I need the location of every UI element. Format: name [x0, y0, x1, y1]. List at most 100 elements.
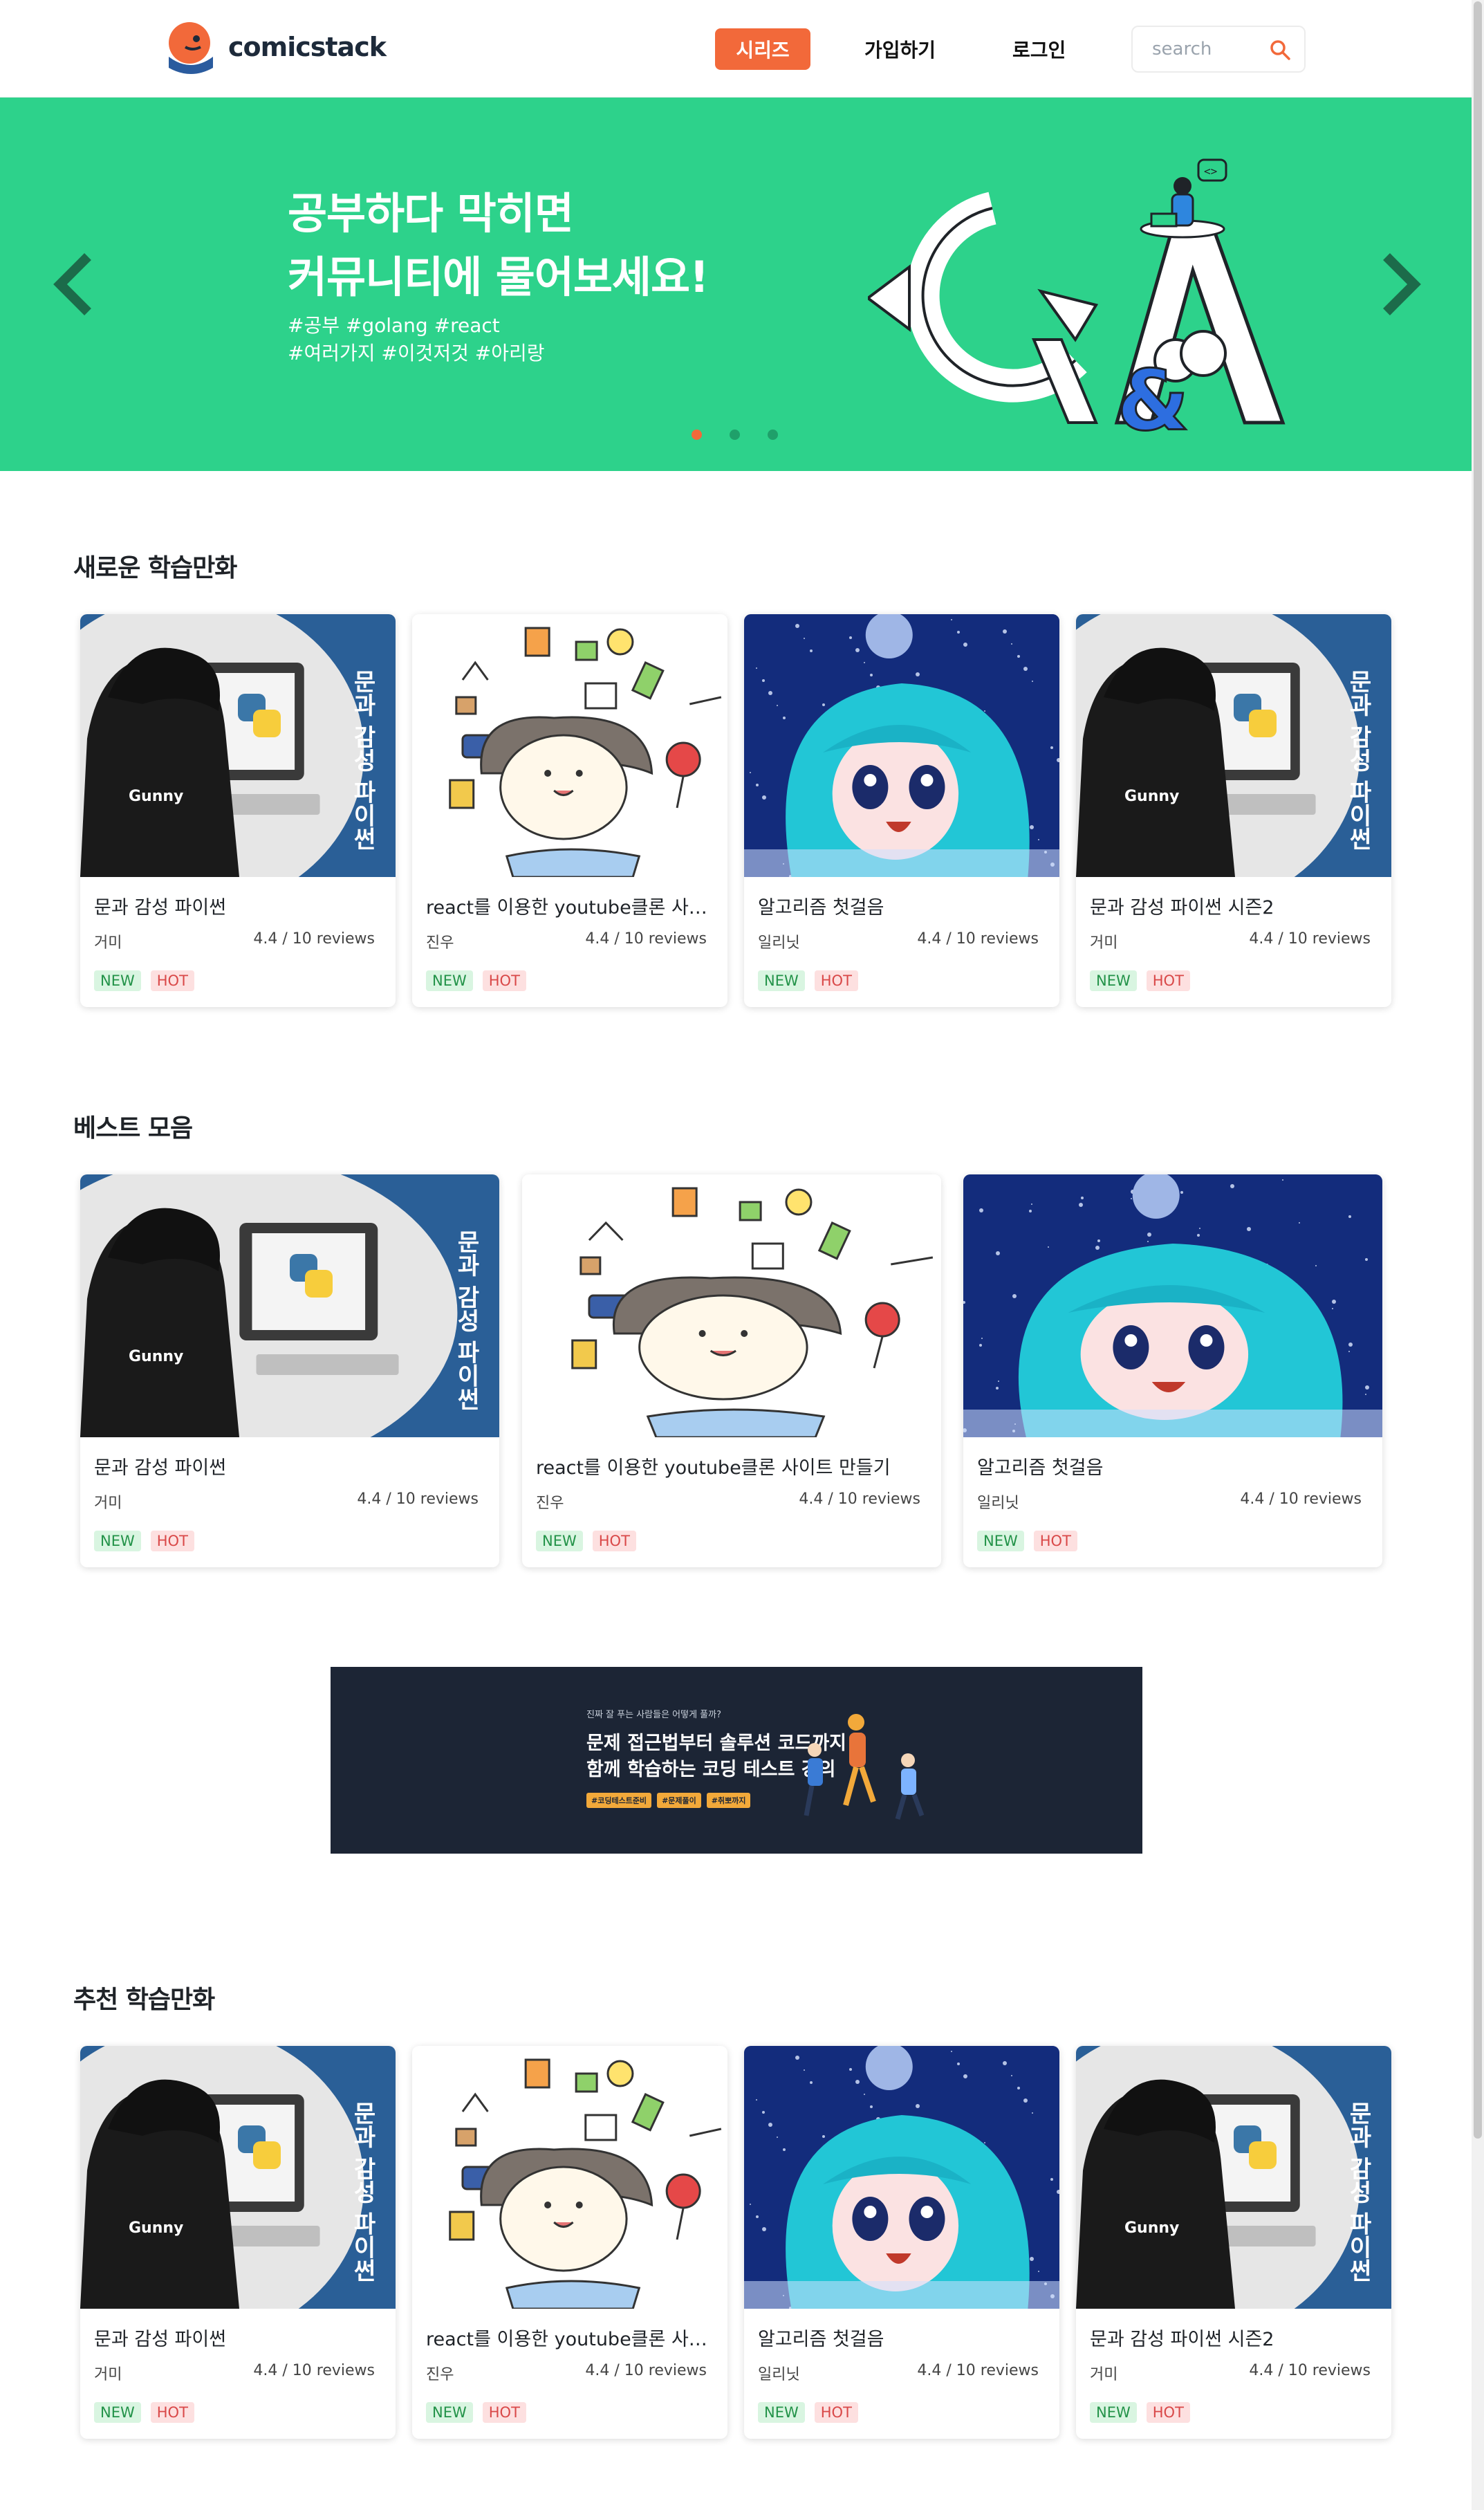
comic-author: 일리닛 — [758, 2366, 800, 2383]
comic-card[interactable]: Gunny 문과 감성 파이썬 문과 감성 파이썬 시즌2 거미 4.4 / 1… — [1076, 2046, 1391, 2439]
comic-thumbnail[interactable]: Gunny 문과 감성 파이썬 — [1076, 2046, 1391, 2309]
comic-title[interactable]: react를 이용한 youtube클론 사이트 만들기 — [426, 892, 714, 919]
comic-badges: NEW HOT — [426, 2402, 526, 2423]
comic-badges: NEW HOT — [94, 2402, 194, 2423]
ad-tags: #코딩테스트준비 #문제풀이 #취뽀까지 — [586, 1793, 751, 1808]
comic-thumbnail[interactable] — [963, 1174, 1382, 1437]
hoodie-text: Gunny — [129, 788, 183, 805]
comic-card[interactable]: Gunny 문과 감성 파이썬 문과 감성 파이썬 거미 4.4 / 10 re… — [80, 2046, 396, 2439]
nav-join-link[interactable]: 가입하기 — [864, 28, 936, 70]
hoodie-text: Gunny — [1124, 2220, 1179, 2237]
ad-tag: #문제풀이 — [657, 1793, 701, 1808]
carousel-dot-2[interactable] — [730, 430, 740, 440]
thumbnail-vertical-title: 문과 감성 파이썬 — [1344, 2101, 1372, 2282]
comic-card[interactable]: react를 이용한 youtube클론 사이트 만들기 진우 4.4 / 10… — [522, 1174, 941, 1567]
thumbnail-vertical-title: 문과 감성 파이썬 — [349, 670, 376, 851]
comic-author: 거미 — [94, 934, 122, 952]
hot-badge: HOT — [592, 1531, 636, 1551]
carousel-dot-3[interactable] — [768, 430, 778, 440]
nav-series-button[interactable]: 시리즈 — [715, 28, 810, 70]
thumbnail-vertical-title: 문과 감성 파이썬 — [452, 1230, 480, 1411]
comic-thumbnail[interactable] — [412, 2046, 727, 2309]
page-scrollbar[interactable] — [1472, 0, 1484, 2510]
comic-card[interactable]: 알고리즘 첫걸음 일리닛 4.4 / 10 reviews NEW HOT — [963, 1174, 1382, 1567]
scrollbar-thumb[interactable] — [1474, 1, 1482, 2139]
comic-rating: 4.4 / 10 reviews — [585, 2362, 707, 2379]
comic-title[interactable]: 알고리즘 첫걸음 — [758, 892, 1046, 919]
comic-thumbnail[interactable]: Gunny 문과 감성 파이썬 — [80, 614, 396, 877]
hero-title-line1: 공부하다 막히면 — [288, 188, 574, 239]
comic-title[interactable]: 알고리즘 첫걸음 — [977, 1452, 1369, 1479]
nav-login-link[interactable]: 로그인 — [1012, 28, 1066, 70]
logo[interactable]: comicstack — [165, 19, 387, 75]
comic-rating: 4.4 / 10 reviews — [253, 2362, 375, 2379]
comic-thumbnail[interactable]: Gunny 문과 감성 파이썬 — [1076, 614, 1391, 877]
comic-title[interactable]: 알고리즘 첫걸음 — [758, 2324, 1046, 2351]
comic-title[interactable]: 문과 감성 파이썬 시즌2 — [1090, 892, 1378, 919]
comic-thumbnail[interactable]: Gunny 문과 감성 파이썬 — [80, 1174, 499, 1437]
hot-badge: HOT — [150, 1531, 194, 1551]
hero-carousel: 공부하다 막히면 커뮤니티에 물어보세요! #공부 #golang #react… — [0, 98, 1472, 471]
space-comic-thumbnail — [963, 1174, 1382, 1437]
comic-rating: 4.4 / 10 reviews — [1249, 930, 1371, 948]
carousel-prev-icon[interactable] — [50, 251, 98, 317]
carousel-dot-1[interactable] — [692, 430, 702, 440]
comic-card[interactable]: react를 이용한 youtube클론 사이트 만들기 진우 4.4 / 10… — [412, 2046, 727, 2439]
carousel-next-icon[interactable] — [1376, 251, 1425, 317]
comic-thumbnail[interactable]: Gunny 문과 감성 파이썬 — [80, 2046, 396, 2309]
comic-card[interactable]: react를 이용한 youtube클론 사이트 만들기 진우 4.4 / 10… — [412, 614, 727, 1007]
new-badge: NEW — [977, 1531, 1024, 1551]
section-title-new: 새로운 학습만화 — [73, 554, 237, 582]
comic-title[interactable]: 문과 감성 파이썬 — [94, 892, 382, 919]
comic-author: 진우 — [426, 934, 454, 952]
comic-badges: NEW HOT — [977, 1531, 1077, 1551]
comic-thumbnail[interactable] — [412, 614, 727, 877]
ad-tag: #코딩테스트준비 — [586, 1793, 652, 1808]
search-icon[interactable] — [1268, 38, 1292, 62]
hero-title: 공부하다 막히면 커뮤니티에 물어보세요! — [288, 182, 709, 309]
ad-banner[interactable]: 진짜 잘 푸는 사람들은 어떻게 풀까? 문제 접근법부터 솔루션 코드까지 함… — [331, 1667, 1142, 1854]
search-input[interactable] — [1152, 39, 1270, 59]
thumbnail-vertical-title: 문과 감성 파이썬 — [1344, 670, 1372, 851]
new-badge: NEW — [1090, 2402, 1137, 2423]
comic-card[interactable]: 알고리즘 첫걸음 일리닛 4.4 / 10 reviews NEW HOT — [744, 614, 1059, 1007]
carousel-dots — [692, 430, 778, 440]
comic-author: 일리닛 — [977, 1495, 1019, 1512]
comic-author: 거미 — [94, 2366, 122, 2383]
comic-author: 거미 — [1090, 2366, 1118, 2383]
new-badge: NEW — [94, 970, 141, 991]
hero-title-line2: 커뮤니티에 물어보세요! — [288, 252, 709, 302]
comic-card[interactable]: 알고리즘 첫걸음 일리닛 4.4 / 10 reviews NEW HOT — [744, 2046, 1059, 2439]
comic-card[interactable]: Gunny 문과 감성 파이썬 문과 감성 파이썬 시즌2 거미 4.4 / 1… — [1076, 614, 1391, 1007]
comic-title[interactable]: react를 이용한 youtube클론 사이트 만들기 — [426, 2324, 714, 2351]
comic-title[interactable]: 문과 감성 파이썬 — [94, 2324, 382, 2351]
section-title-recommended: 추천 학습만화 — [73, 1986, 215, 2014]
comic-title[interactable]: 문과 감성 파이썬 시즌2 — [1090, 2324, 1378, 2351]
comic-title[interactable]: 문과 감성 파이썬 — [94, 1452, 485, 1479]
ad-tag: #취뽀까지 — [706, 1793, 751, 1808]
comic-card[interactable]: Gunny 문과 감성 파이썬 문과 감성 파이썬 거미 4.4 / 10 re… — [80, 614, 396, 1007]
comic-rating: 4.4 / 10 reviews — [357, 1491, 479, 1508]
section-title-best: 베스트 모음 — [73, 1114, 193, 1143]
new-badge: NEW — [758, 970, 805, 991]
space-comic-thumbnail — [744, 614, 1059, 877]
comic-author: 거미 — [94, 1495, 122, 1512]
doodle-comic-thumbnail — [412, 2046, 727, 2309]
comic-thumbnail[interactable] — [522, 1174, 941, 1437]
hot-badge: HOT — [814, 2402, 858, 2423]
hot-badge: HOT — [150, 970, 194, 991]
new-badge: NEW — [758, 2402, 805, 2423]
comic-rating: 4.4 / 10 reviews — [1240, 1491, 1362, 1508]
hot-badge: HOT — [1146, 2402, 1190, 2423]
top-navbar: comicstack 시리즈 가입하기 로그인 — [0, 0, 1472, 98]
doodle-comic-thumbnail — [522, 1174, 941, 1437]
new-badge: NEW — [94, 1531, 141, 1551]
comic-card[interactable]: Gunny 문과 감성 파이썬 문과 감성 파이썬 거미 4.4 / 10 re… — [80, 1174, 499, 1567]
new-badge: NEW — [94, 2402, 141, 2423]
comic-thumbnail[interactable] — [744, 2046, 1059, 2309]
comic-author: 거미 — [1090, 934, 1118, 952]
comic-rating: 4.4 / 10 reviews — [253, 930, 375, 948]
comic-title[interactable]: react를 이용한 youtube클론 사이트 만들기 — [536, 1452, 927, 1479]
comic-thumbnail[interactable] — [744, 614, 1059, 877]
python-comic-thumbnail: Gunny 문과 감성 파이썬 — [1076, 2046, 1391, 2309]
